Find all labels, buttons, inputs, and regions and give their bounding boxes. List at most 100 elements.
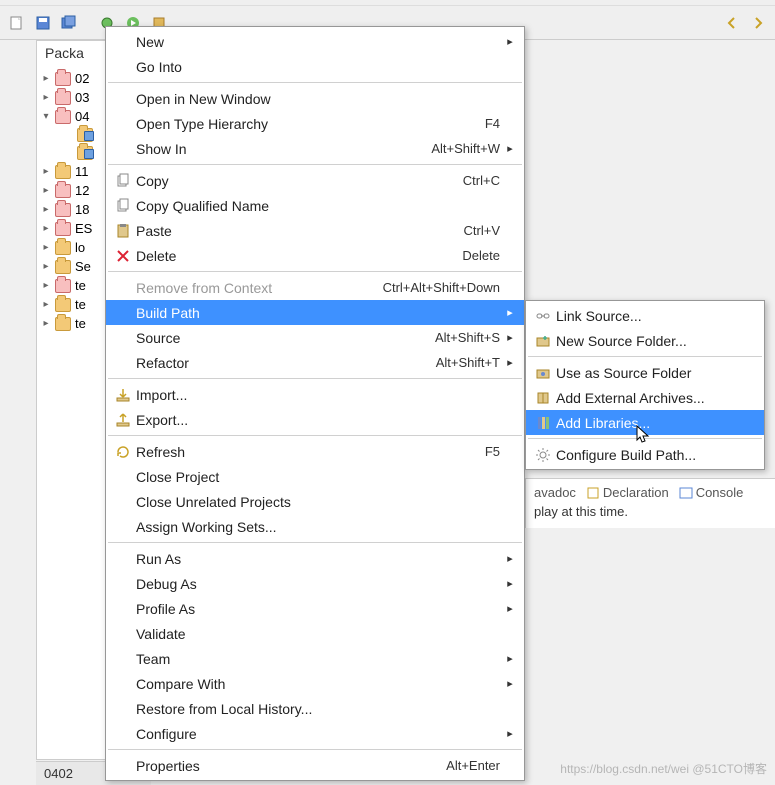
submenu-arrow-icon: ▸ — [504, 35, 516, 48]
tree-twist-icon[interactable]: ▸ — [41, 186, 51, 196]
icon-slot — [110, 574, 136, 594]
submenu-item-add-external-archives[interactable]: Add External Archives... — [526, 385, 764, 410]
tree-twist-icon[interactable]: ▸ — [41, 281, 51, 291]
menu-item-new[interactable]: New▸ — [106, 29, 524, 54]
icon-slot — [110, 649, 136, 669]
submenu-item-new-source-folder[interactable]: New Source Folder... — [526, 328, 764, 353]
menu-item-go-into[interactable]: Go Into — [106, 54, 524, 79]
menu-item-configure[interactable]: Configure▸ — [106, 721, 524, 746]
menu-item-open-in-new-window[interactable]: Open in New Window — [106, 86, 524, 111]
tree-twist-icon[interactable] — [63, 130, 73, 140]
menu-item-team[interactable]: Team▸ — [106, 646, 524, 671]
menu-item-delete[interactable]: DeleteDelete — [106, 243, 524, 268]
menu-item-source[interactable]: SourceAlt+Shift+S▸ — [106, 325, 524, 350]
back-button[interactable] — [721, 12, 743, 34]
menu-item-close-unrelated-projects[interactable]: Close Unrelated Projects — [106, 489, 524, 514]
tree-twist-icon[interactable]: ▸ — [41, 319, 51, 329]
tree-item-label: te — [75, 278, 86, 293]
tree-twist-icon[interactable]: ▸ — [41, 262, 51, 272]
menu-item-open-type-hierarchy[interactable]: Open Type HierarchyF4 — [106, 111, 524, 136]
paste-icon — [110, 221, 136, 241]
tree-twist-icon[interactable]: ▾ — [41, 112, 51, 122]
submenu-arrow-icon: ▸ — [504, 306, 516, 319]
declaration-tab[interactable]: Declaration — [586, 485, 669, 500]
folder-icon — [77, 128, 93, 142]
menu-item-copy[interactable]: CopyCtrl+C — [106, 168, 524, 193]
context-menu: New▸Go Into Open in New WindowOpen Type H… — [105, 26, 525, 781]
submenu-item-configure-build-path[interactable]: Configure Build Path... — [526, 442, 764, 467]
folder-icon — [55, 72, 71, 86]
menu-item-import[interactable]: Import... — [106, 382, 524, 407]
menu-item-accelerator: F5 — [485, 444, 504, 459]
submenu-item-use-as-source-folder[interactable]: Use as Source Folder — [526, 360, 764, 385]
menu-item-refactor[interactable]: RefactorAlt+Shift+T▸ — [106, 350, 524, 375]
menu-item-label: Remove from Context — [136, 280, 383, 296]
srcfolder-icon — [530, 363, 556, 383]
submenu-item-label: Configure Build Path... — [556, 447, 756, 463]
menu-item-export[interactable]: Export... — [106, 407, 524, 432]
submenu-item-label: Link Source... — [556, 308, 756, 324]
menu-item-properties[interactable]: PropertiesAlt+Enter — [106, 753, 524, 778]
menu-item-compare-with[interactable]: Compare With▸ — [106, 671, 524, 696]
icon-slot — [110, 492, 136, 512]
tree-twist-icon[interactable]: ▸ — [41, 74, 51, 84]
menu-item-assign-working-sets[interactable]: Assign Working Sets... — [106, 514, 524, 539]
icon-slot — [110, 549, 136, 569]
icon-slot — [110, 278, 136, 298]
tree-twist-icon[interactable]: ▸ — [41, 205, 51, 215]
copy-icon — [110, 171, 136, 191]
tree-twist-icon[interactable] — [63, 148, 73, 158]
menu-item-accelerator: Alt+Shift+W — [431, 141, 504, 156]
menu-item-label: Compare With — [136, 676, 500, 692]
menu-item-label: Refresh — [136, 444, 485, 460]
menu-item-remove-from-context: Remove from ContextCtrl+Alt+Shift+Down — [106, 275, 524, 300]
icon-slot — [110, 756, 136, 776]
menu-item-accelerator: F4 — [485, 116, 504, 131]
menu-item-validate[interactable]: Validate — [106, 621, 524, 646]
menu-item-run-as[interactable]: Run As▸ — [106, 546, 524, 571]
forward-button[interactable] — [747, 12, 769, 34]
menu-separator — [108, 271, 522, 272]
console-tab[interactable]: Console — [679, 485, 744, 500]
menu-item-debug-as[interactable]: Debug As▸ — [106, 571, 524, 596]
menu-item-label: Restore from Local History... — [136, 701, 500, 717]
tree-item-label: 03 — [75, 90, 89, 105]
menu-item-accelerator: Alt+Shift+T — [436, 355, 504, 370]
menu-item-show-in[interactable]: Show InAlt+Shift+W▸ — [106, 136, 524, 161]
tree-twist-icon[interactable]: ▸ — [41, 93, 51, 103]
menu-item-close-project[interactable]: Close Project — [106, 464, 524, 489]
javadoc-tab[interactable]: avadoc — [534, 485, 576, 500]
tree-twist-icon[interactable]: ▸ — [41, 243, 51, 253]
tree-twist-icon[interactable]: ▸ — [41, 167, 51, 177]
submenu-item-label: Use as Source Folder — [556, 365, 756, 381]
menu-item-profile-as[interactable]: Profile As▸ — [106, 596, 524, 621]
menu-item-accelerator: Alt+Enter — [446, 758, 504, 773]
folder-icon — [55, 110, 71, 124]
icon-slot — [110, 328, 136, 348]
link-icon — [530, 306, 556, 326]
submenu-item-label: New Source Folder... — [556, 333, 756, 349]
tree-twist-icon[interactable]: ▸ — [41, 224, 51, 234]
menu-separator — [528, 356, 762, 357]
tree-twist-icon[interactable]: ▸ — [41, 300, 51, 310]
archive-icon — [530, 388, 556, 408]
folder-icon — [55, 91, 71, 105]
save-all-button[interactable] — [58, 12, 80, 34]
menu-separator — [108, 542, 522, 543]
menu-item-copy-qualified-name[interactable]: Copy Qualified Name — [106, 193, 524, 218]
tree-item-label: 02 — [75, 71, 89, 86]
menu-item-build-path[interactable]: Build Path▸ — [106, 300, 524, 325]
submenu-item-link-source[interactable]: Link Source... — [526, 303, 764, 328]
menu-item-label: Profile As — [136, 601, 500, 617]
menu-item-restore-from-local-history[interactable]: Restore from Local History... — [106, 696, 524, 721]
watermark: https://blog.csdn.net/wei @51CTO博客 — [560, 760, 767, 777]
icon-slot — [110, 89, 136, 109]
menu-item-label: Properties — [136, 758, 446, 774]
menu-item-paste[interactable]: PasteCtrl+V — [106, 218, 524, 243]
new-button[interactable] — [6, 12, 28, 34]
newfolder-icon — [530, 331, 556, 351]
tree-item-label: lo — [75, 240, 85, 255]
menu-separator — [108, 749, 522, 750]
save-button[interactable] — [32, 12, 54, 34]
menu-item-refresh[interactable]: RefreshF5 — [106, 439, 524, 464]
